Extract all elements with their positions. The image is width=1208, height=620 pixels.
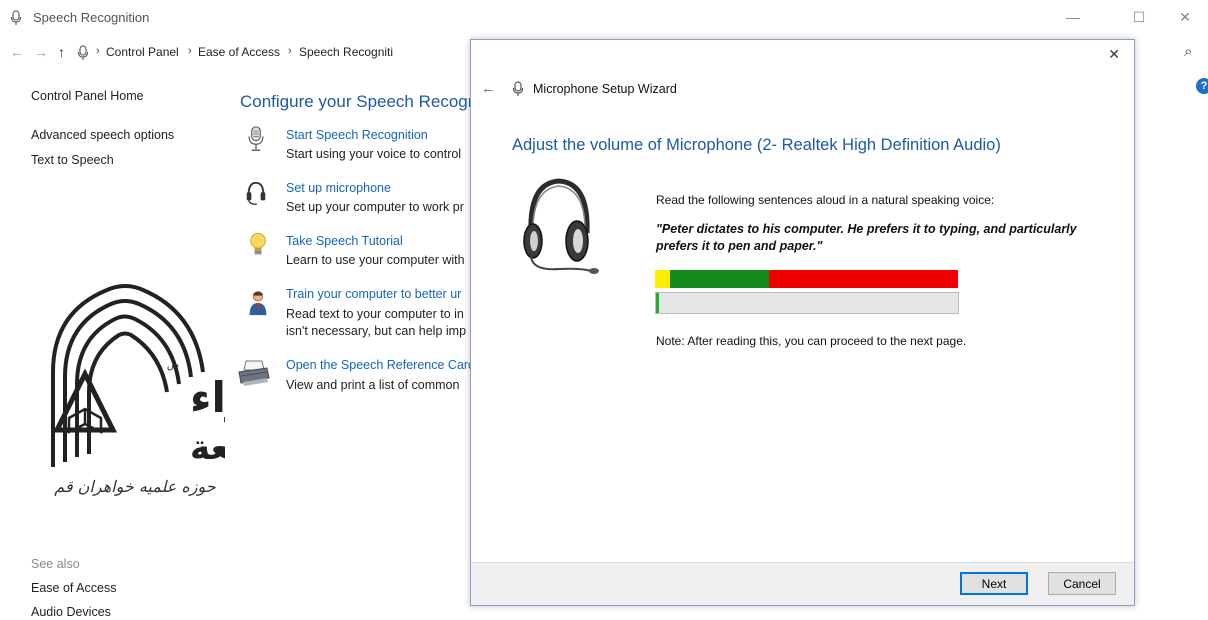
microphone-icon [248,126,264,151]
cancel-button[interactable]: Cancel [1048,572,1116,595]
start-speech-recognition-link[interactable]: Start Speech Recognition [286,128,428,142]
set-up-microphone-link[interactable]: Set up microphone [286,181,391,195]
breadcrumb-speech-recognition[interactable]: Speech Recogniti [299,45,393,59]
dialog-title: Microphone Setup Wizard [533,82,677,96]
train-computer-desc: Read text to your computer to in [286,307,464,321]
title-bar: Speech Recognition — ☐ ✕ [0,0,1208,36]
printer-icon [238,360,270,386]
microphone-icon [10,10,22,25]
search-icon[interactable]: ⌕ [1184,43,1192,60]
train-computer-desc: isn't necessary, but can help imp [286,324,467,338]
start-speech-recognition-desc: Start using your voice to control [286,147,462,161]
forward-arrow-icon[interactable]: → [34,44,48,60]
instruction-text: Read the following sentences aloud in a … [656,193,995,207]
dialog-close-button[interactable]: ✕ [1108,46,1120,63]
dialog-heading: Adjust the volume of Microphone (2- Real… [512,136,1001,154]
logo-text-main: الزهراء [190,373,225,423]
volume-zone-bar [655,270,958,288]
help-icon[interactable]: ? [1196,78,1208,94]
logo-text-jamia: جامعة [190,428,225,468]
logo-text-tiny: س [167,360,179,371]
control-panel-home-link[interactable]: Control Panel Home [31,89,144,103]
university-logo: الزهراء جامعة حوزه علمیه خواهران قم س [51,284,225,496]
window-title: Speech Recognition [33,10,150,25]
text-to-speech-link[interactable]: Text to Speech [31,153,114,167]
page-title: Configure your Speech Recogn [240,92,478,111]
ease-of-access-link[interactable]: Ease of Access [31,581,116,595]
lightbulb-icon [250,232,266,255]
up-arrow-icon[interactable]: ↑ [58,44,65,60]
audio-devices-link[interactable]: Audio Devices [31,605,111,619]
speech-reference-card-link[interactable]: Open the Speech Reference Card [286,358,475,372]
logo-text-sub: حوزه علمیه خواهران قم [54,477,215,496]
user-icon [249,291,267,316]
headset-icon [246,181,266,205]
dialog-back-arrow-icon[interactable]: ← [481,80,496,97]
set-up-microphone-desc: Set up your computer to work pr [286,200,464,214]
advanced-speech-options-link[interactable]: Advanced speech options [31,128,174,142]
maximize-button[interactable]: ☐ [1127,6,1151,28]
microphone-icon [77,45,89,60]
breadcrumb-ease-of-access[interactable]: Ease of Access [198,45,280,59]
microphone-level-meter [655,292,959,314]
dialog-footer: Next Cancel [471,562,1134,605]
microphone-setup-wizard-dialog: ✕ ← Microphone Setup Wizard Adjust the v… [470,39,1135,606]
minimize-button[interactable]: — [1061,6,1085,28]
take-speech-tutorial-desc: Learn to use your computer with [286,253,465,267]
headset-icon [523,178,599,274]
zone-high [769,270,958,288]
see-also-label: See also [31,557,80,571]
microphone-icon [512,81,524,96]
back-arrow-icon[interactable]: ← [10,44,24,60]
breadcrumb-separator: › [188,45,192,57]
breadcrumb-separator: › [96,45,100,57]
close-button[interactable]: ✕ [1173,6,1197,28]
sentence-line-2: prefers it to pen and paper." [656,239,823,253]
breadcrumb-separator: › [288,45,292,57]
level-fill [656,293,659,313]
train-computer-link[interactable]: Train your computer to better ur [286,287,461,301]
next-button[interactable]: Next [960,572,1028,595]
sentence-line-1: "Peter dictates to his computer. He pref… [656,222,1077,236]
take-speech-tutorial-link[interactable]: Take Speech Tutorial [286,234,403,248]
zone-good [670,270,769,288]
zone-low [655,270,670,288]
breadcrumb-control-panel[interactable]: Control Panel [106,45,179,59]
note-text: Note: After reading this, you can procee… [656,334,967,348]
speech-reference-card-desc: View and print a list of common [286,378,460,392]
